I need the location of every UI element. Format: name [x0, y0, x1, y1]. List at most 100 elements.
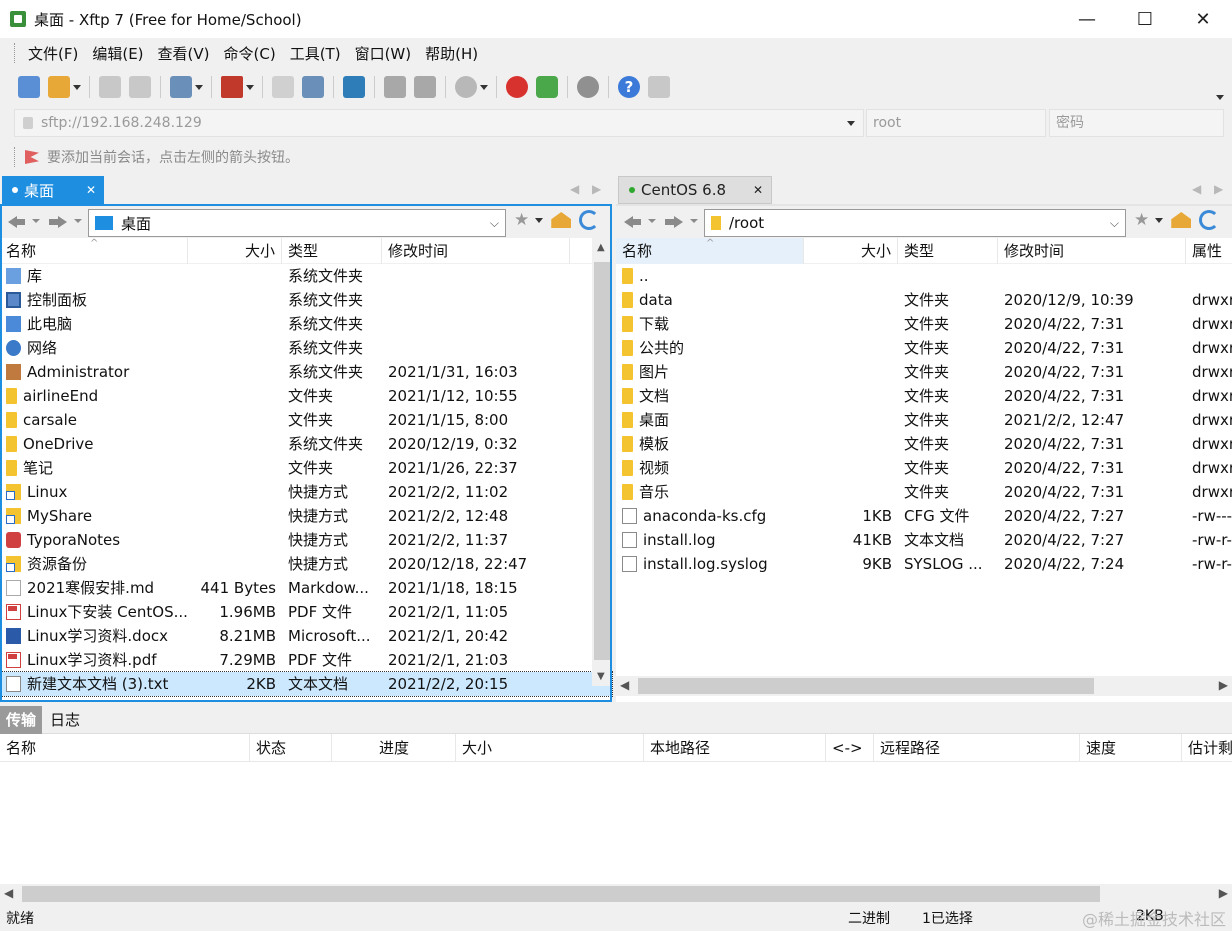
forward-dropdown-icon[interactable]	[690, 219, 698, 223]
col-remote-path[interactable]: 远程路径	[874, 734, 1080, 762]
scroll-left-icon[interactable]: ◀	[620, 678, 629, 692]
scroll-up-icon[interactable]: ▲	[597, 242, 605, 253]
scroll-thumb[interactable]	[594, 262, 610, 660]
tab-close-icon[interactable]: ✕	[753, 183, 763, 197]
file-row[interactable]: 网络 系统文件夹	[0, 336, 612, 360]
home-folder-icon[interactable]	[1171, 212, 1192, 228]
file-row[interactable]: 桌面 文件夹 2021/2/2, 12:47 drwxr	[616, 408, 1232, 432]
col-size[interactable]: 大小	[456, 734, 644, 762]
host-dropdown-icon[interactable]	[847, 121, 855, 126]
scroll-right-icon[interactable]: ▶	[1219, 886, 1228, 900]
tab-remote-centos[interactable]: CentOS 6.8 ✕	[618, 176, 772, 204]
tab-scroll-left-icon[interactable]: ◀	[570, 182, 579, 196]
file-row[interactable]: install.log.syslog 9KB SYSLOG ... 2020/4/22…	[616, 552, 1232, 576]
screen-icon[interactable]	[221, 76, 243, 98]
col-size[interactable]: 大小	[188, 238, 282, 264]
back-arrow-icon[interactable]	[6, 213, 26, 229]
file-row[interactable]: 2021寒假安排.md 441 Bytes Markdow... 2021/1/18,…	[0, 576, 612, 600]
local-vertical-scrollbar[interactable]: ▲ ▼	[592, 238, 612, 686]
menu-help[interactable]: 帮助(H)	[418, 43, 485, 64]
path-dropdown-icon[interactable]: ⌵	[1110, 216, 1119, 231]
file-row[interactable]: Linux 快捷方式 2021/2/2, 11:02	[0, 480, 612, 504]
scroll-thumb[interactable]	[638, 678, 1094, 694]
tab-scroll-right-icon[interactable]: ▶	[592, 182, 601, 196]
forward-arrow-icon[interactable]	[664, 213, 684, 229]
close-button[interactable]: ✕	[1174, 0, 1232, 38]
xshell-icon[interactable]	[506, 76, 528, 98]
col-progress[interactable]: 进度	[332, 734, 456, 762]
favorite-star-icon[interactable]: ★	[1134, 210, 1149, 230]
bookmark-flag-icon[interactable]	[25, 150, 39, 164]
paste-icon[interactable]	[414, 76, 436, 98]
file-row[interactable]: airlineEnd 文件夹 2021/1/12, 10:55	[0, 384, 612, 408]
refresh-icon[interactable]	[579, 210, 600, 230]
tab-local-desktop[interactable]: 桌面 ✕	[2, 176, 104, 204]
col-local-path[interactable]: 本地路径	[644, 734, 826, 762]
col-modified[interactable]: 修改时间	[382, 238, 570, 264]
sync-icon[interactable]	[343, 76, 365, 98]
encoding-dropdown-icon[interactable]	[480, 84, 488, 90]
col-direction[interactable]: <->	[826, 734, 874, 762]
xftp-icon[interactable]	[536, 76, 558, 98]
col-attributes[interactable]: 属性	[1186, 238, 1232, 264]
file-row[interactable]: 此电脑 系统文件夹	[0, 312, 612, 336]
copy-icon[interactable]	[384, 76, 406, 98]
help-icon[interactable]: ?	[618, 76, 640, 98]
properties-icon[interactable]	[170, 76, 192, 98]
col-size[interactable]: 大小	[804, 238, 898, 264]
file-row[interactable]: Administrator 系统文件夹 2021/1/31, 16:03	[0, 360, 612, 384]
col-status[interactable]: 状态	[250, 734, 332, 762]
chat-icon[interactable]	[648, 76, 670, 98]
tab-close-icon[interactable]: ✕	[86, 183, 96, 197]
file-row[interactable]: 模板 文件夹 2020/4/22, 7:31 drwxr	[616, 432, 1232, 456]
col-eta[interactable]: 估计剩	[1182, 734, 1232, 762]
disconnect-icon[interactable]	[129, 76, 151, 98]
col-type[interactable]: 类型	[898, 238, 998, 264]
password-input[interactable]: 密码	[1049, 109, 1224, 137]
properties-dropdown-icon[interactable]	[195, 84, 203, 90]
col-type[interactable]: 类型	[282, 238, 382, 264]
menu-tools[interactable]: 工具(T)	[283, 43, 348, 64]
tab-log[interactable]: 日志	[44, 706, 86, 734]
file-row[interactable]: OneDrive 系统文件夹 2020/12/19, 0:32	[0, 432, 612, 456]
file-row[interactable]: install.log 41KB 文本文档 2020/4/22, 7:27 -rw-r-	[616, 528, 1232, 552]
forward-dropdown-icon[interactable]	[74, 219, 82, 223]
open-session-icon[interactable]	[48, 76, 70, 98]
home-folder-icon[interactable]	[551, 212, 572, 228]
connect-icon[interactable]	[99, 76, 121, 98]
file-row[interactable]: 新建文本文档 (3).txt 2KB 文本文档 2021/2/2, 20:15	[0, 671, 613, 697]
file-row[interactable]: 公共的 文件夹 2020/4/22, 7:31 drwxr	[616, 336, 1232, 360]
favorite-dropdown-icon[interactable]	[1155, 217, 1164, 223]
file-row[interactable]: Linux下安装 CentOS... 1.96MB PDF 文件 2021/2/1, …	[0, 600, 612, 624]
host-input[interactable]: sftp://192.168.248.129	[14, 109, 864, 137]
file-row[interactable]: data 文件夹 2020/12/9, 10:39 drwxr	[616, 288, 1232, 312]
scroll-down-icon[interactable]: ▼	[597, 671, 605, 682]
username-input[interactable]: root	[866, 109, 1046, 137]
path-dropdown-icon[interactable]: ⌵	[490, 216, 499, 231]
remote-horizontal-scrollbar[interactable]: ◀ ▶	[616, 676, 1232, 696]
file-row[interactable]: 库 系统文件夹	[0, 264, 612, 288]
forward-arrow-icon[interactable]	[48, 213, 68, 229]
col-modified[interactable]: 修改时间	[998, 238, 1186, 264]
scroll-left-icon[interactable]: ◀	[4, 886, 13, 900]
file-row[interactable]: Linux学习资料.pdf 7.29MB PDF 文件 2021/2/1, 21:03	[0, 648, 612, 672]
download-icon[interactable]	[302, 76, 324, 98]
open-session-dropdown-icon[interactable]	[73, 84, 81, 90]
tab-transfer[interactable]: 传输	[0, 706, 42, 734]
file-row[interactable]: 图片 文件夹 2020/4/22, 7:31 drwxr	[616, 360, 1232, 384]
tab-scroll-right-icon[interactable]: ▶	[1214, 182, 1223, 196]
scroll-right-icon[interactable]: ▶	[1219, 678, 1228, 692]
scroll-thumb[interactable]	[22, 886, 1100, 902]
menu-edit[interactable]: 编辑(E)	[85, 43, 150, 64]
file-row[interactable]: 控制面板 系统文件夹	[0, 288, 612, 312]
menu-view[interactable]: 查看(V)	[151, 43, 217, 64]
file-row[interactable]: ..	[616, 264, 1232, 288]
back-dropdown-icon[interactable]	[32, 219, 40, 223]
back-arrow-icon[interactable]	[622, 213, 642, 229]
file-row[interactable]: 笔记 文件夹 2021/1/26, 22:37	[0, 456, 612, 480]
col-speed[interactable]: 速度	[1080, 734, 1182, 762]
back-dropdown-icon[interactable]	[648, 219, 656, 223]
menu-file[interactable]: 文件(F)	[21, 43, 85, 64]
file-row[interactable]: 下载 文件夹 2020/4/22, 7:31 drwxr	[616, 312, 1232, 336]
remote-path-combo[interactable]: /root ⌵	[704, 209, 1126, 237]
